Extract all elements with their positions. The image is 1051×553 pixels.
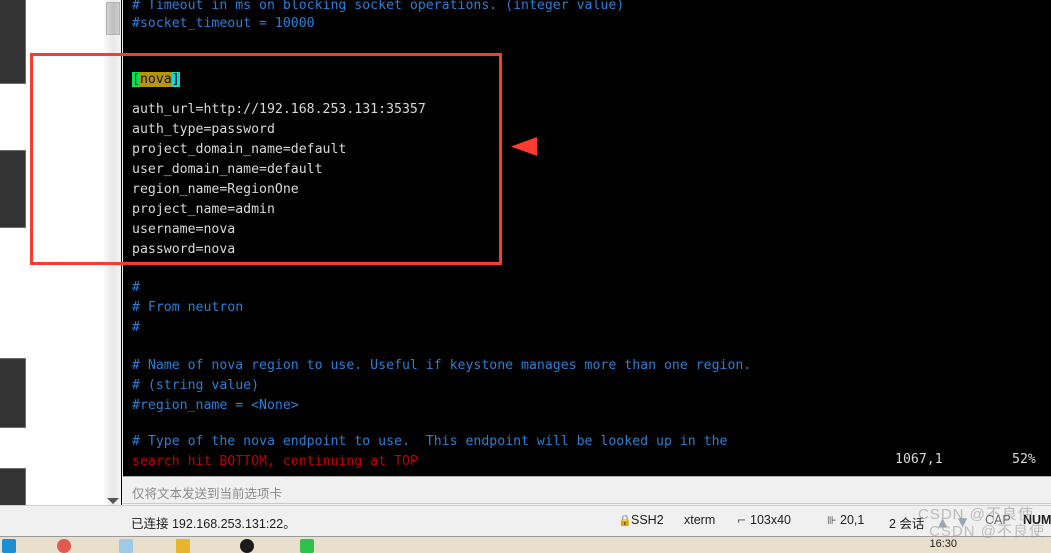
folder-icon[interactable] bbox=[176, 539, 190, 553]
terminal-scrollbar[interactable] bbox=[104, 0, 122, 508]
terminal-line: # bbox=[132, 320, 140, 335]
scroll-percent: 52% bbox=[1012, 452, 1036, 467]
status-protocol[interactable]: SSH2 bbox=[631, 513, 664, 527]
terminal-line: auth_url=http://192.168.253.131:35357 bbox=[132, 102, 426, 117]
terminal-line: #region_name = <None> bbox=[132, 398, 299, 413]
terminal-line: #socket_timeout = 10000 bbox=[132, 16, 315, 31]
status-terminal-size[interactable]: 103x40 bbox=[750, 513, 791, 527]
status-bar: 已连接 192.168.253.131:22。 🔒 SSH2 xterm ⌐ 1… bbox=[0, 505, 1051, 537]
taskbar-clock[interactable]: 16:30 bbox=[929, 538, 957, 550]
terminal-line: auth_type=password bbox=[132, 122, 275, 137]
section-close-bracket: ] bbox=[171, 72, 180, 87]
cursor-position: 1067,1 bbox=[895, 452, 943, 467]
scrollbar-thumb[interactable] bbox=[106, 2, 120, 35]
status-connection: 已连接 192.168.253.131:22。 bbox=[131, 517, 296, 531]
status-emulation[interactable]: xterm bbox=[684, 513, 715, 527]
resize-icon: ⌐ bbox=[737, 514, 747, 527]
status-cursor-position[interactable]: 20,1 bbox=[840, 513, 864, 527]
docked-tab-2[interactable] bbox=[0, 150, 26, 228]
download-arrow-icon: ▼ bbox=[958, 515, 968, 529]
securecrt-window: # Timeout in ms on blocking socket opera… bbox=[0, 0, 1051, 537]
screen-root: # Timeout in ms on blocking socket opera… bbox=[0, 0, 1051, 553]
status-caps-lock: CAP bbox=[985, 513, 1011, 527]
terminal-line: project_name=admin bbox=[132, 202, 275, 217]
vim-ruler: 1067,1 52% bbox=[123, 448, 1051, 470]
cursor-icon: ⊪ bbox=[827, 514, 837, 527]
section-name: nova bbox=[139, 72, 172, 87]
windows-taskbar: 16:30 bbox=[0, 537, 1051, 553]
terminal-line: # (string value) bbox=[132, 378, 260, 393]
docked-tab-rail bbox=[0, 0, 27, 518]
terminal-line: password=nova bbox=[132, 242, 236, 257]
status-session-count[interactable]: 2 会话 bbox=[889, 513, 924, 532]
send-text-hint-label: 仅将文本发送到当前选项卡 bbox=[132, 487, 283, 501]
wechat-icon[interactable] bbox=[300, 539, 314, 553]
terminal-output[interactable]: # Timeout in ms on blocking socket opera… bbox=[123, 0, 1051, 476]
docked-tab-3[interactable] bbox=[0, 358, 26, 428]
file-explorer-icon[interactable] bbox=[119, 539, 133, 553]
session-panel bbox=[27, 0, 105, 508]
upload-arrow-icon: ▲ bbox=[938, 515, 948, 529]
section-open-bracket: [ bbox=[132, 72, 140, 87]
terminal-line: project_domain_name=default bbox=[132, 142, 347, 157]
status-num-lock: NUM bbox=[1023, 513, 1051, 527]
terminal-line: region_name=RegionOne bbox=[132, 182, 299, 197]
terminal-line: # From neutron bbox=[132, 300, 244, 315]
section-header-nova: [nova] bbox=[132, 70, 180, 90]
lock-icon: 🔒 bbox=[618, 514, 632, 527]
docked-tab-1[interactable] bbox=[0, 0, 26, 84]
search-icon[interactable] bbox=[57, 539, 71, 553]
terminal-line: # Name of nova region to use. Useful if … bbox=[132, 358, 752, 373]
terminal-line: # bbox=[132, 280, 140, 295]
send-text-hint-bar[interactable]: 仅将文本发送到当前选项卡 bbox=[123, 476, 1051, 504]
terminal-line: user_domain_name=default bbox=[132, 162, 323, 177]
browser-icon[interactable] bbox=[240, 539, 254, 553]
start-icon[interactable] bbox=[2, 539, 16, 553]
scroll-down-arrow-icon[interactable] bbox=[107, 498, 119, 504]
terminal-line: username=nova bbox=[132, 222, 236, 237]
